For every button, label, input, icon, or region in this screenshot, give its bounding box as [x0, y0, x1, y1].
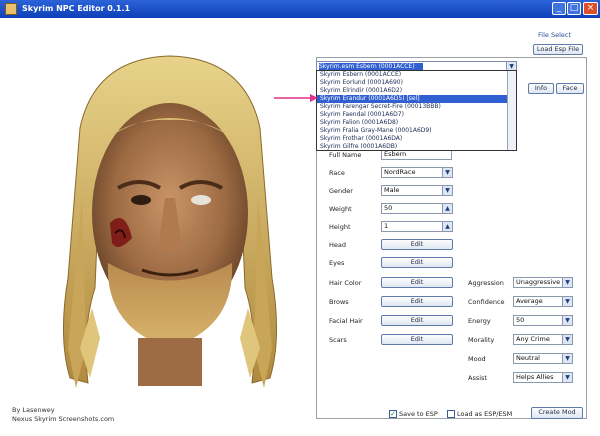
morality-label: Morality	[468, 336, 495, 344]
dropdown-item[interactable]: Skyrim Frothar (0001A6DA)	[317, 135, 516, 143]
credit-source: Nexus Skyrim Screenshots.com	[12, 415, 115, 423]
dropdown-item[interactable]: Skyrim Eorlund (0001A690)	[317, 79, 516, 87]
head-label: Head	[329, 241, 346, 249]
weight-input[interactable]: 50 ▲	[381, 203, 453, 214]
npc-dropdown-list[interactable]: Skyrim Esbern (0001ACCE) Skyrim Eorlund (…	[316, 70, 517, 151]
height-input[interactable]: 1 ▲	[381, 221, 453, 232]
tab-info[interactable]: Info	[528, 83, 554, 94]
dropdown-item[interactable]: Skyrim Elrindir (0001A6D2)	[317, 87, 516, 95]
close-button[interactable]: ×	[583, 2, 598, 15]
load-esp-button[interactable]: Load Esp File	[533, 44, 583, 55]
chevron-down-icon: ▼	[562, 373, 572, 382]
spin-icon: ▲	[442, 222, 452, 231]
gender-label: Gender	[329, 187, 353, 195]
aggression-label: Aggression	[468, 279, 504, 287]
assist-select[interactable]: Helps Allies ▼	[513, 372, 573, 383]
chevron-down-icon: ▼	[562, 335, 572, 344]
edit-brows-button[interactable]: Edit	[381, 296, 453, 307]
dropdown-item[interactable]: Skyrim Falion (0001A6D8)	[317, 119, 516, 127]
dropdown-item[interactable]: Skyrim Farengar Secret-Fire (00013BBB)	[317, 103, 516, 111]
height-value: 1	[384, 222, 389, 230]
dropdown-item[interactable]: Skyrim Fralia Gray-Mane (0001A6D9)	[317, 127, 516, 135]
load-as-esp-label: Load as ESP/ESM	[457, 410, 513, 418]
gender-value: Male	[384, 186, 400, 194]
dropdown-item[interactable]: Skyrim Erandur (0001A6D5) [sel]	[317, 95, 516, 103]
app-icon	[5, 3, 17, 15]
npc-portrait-preview	[62, 55, 278, 388]
race-label: Race	[329, 169, 345, 177]
energy-value: 50	[516, 316, 525, 324]
chevron-down-icon: ▼	[562, 297, 572, 306]
assist-label: Assist	[468, 374, 487, 382]
weight-label: Weight	[329, 205, 352, 213]
race-value: NordRace	[384, 168, 416, 176]
facial-hair-label: Facial Hair	[329, 317, 363, 325]
credit-author: By Lasenwey	[12, 406, 55, 414]
energy-select[interactable]: 50 ▼	[513, 315, 573, 326]
create-mod-button[interactable]: Create Mod	[531, 407, 583, 419]
aggression-value: Unaggressive	[516, 278, 561, 286]
race-select[interactable]: NordRace ▼	[381, 167, 453, 178]
pointer-arrow-icon	[274, 94, 318, 102]
edit-hair-button[interactable]: Edit	[381, 277, 453, 288]
edit-scars-button[interactable]: Edit	[381, 334, 453, 345]
mood-value: Neutral	[516, 354, 540, 362]
window-title: Skyrim NPC Editor 0.1.1	[22, 4, 131, 13]
dropdown-item[interactable]: Skyrim Esbern (0001ACCE)	[317, 71, 516, 79]
confidence-label: Confidence	[468, 298, 505, 306]
height-label: Height	[329, 223, 351, 231]
maximize-button[interactable]: □	[567, 2, 581, 15]
chevron-down-icon: ▼	[442, 168, 452, 177]
tab-face[interactable]: Face	[556, 83, 584, 94]
save-to-esp-checkbox[interactable]: ✓	[389, 410, 397, 418]
weight-value: 50	[384, 204, 393, 212]
chevron-down-icon: ▼	[562, 316, 572, 325]
chevron-down-icon: ▼	[562, 354, 572, 363]
save-to-esp-label: Save to ESP	[399, 410, 438, 418]
edit-eyes-button[interactable]: Edit	[381, 257, 453, 268]
energy-label: Energy	[468, 317, 491, 325]
chevron-down-icon: ▼	[562, 278, 572, 287]
dropdown-item[interactable]: Skyrim Gilfre (0001A6DB)	[317, 143, 516, 150]
npc-select-value: Skyrim.esm Esbern (0001ACCE)	[319, 63, 423, 70]
scars-label: Scars	[329, 336, 347, 344]
file-select-link[interactable]: File Select	[538, 31, 571, 39]
morality-value: Any Crime	[516, 335, 550, 343]
brows-label: Brows	[329, 298, 349, 306]
window-client-area: By Lasenwey Nexus Skyrim Screenshots.com…	[0, 18, 600, 436]
load-as-esp-checkbox[interactable]	[447, 410, 455, 418]
chevron-down-icon: ▼	[442, 186, 452, 195]
hair-color-label: Hair Color	[329, 279, 362, 287]
morality-select[interactable]: Any Crime ▼	[513, 334, 573, 345]
dropdown-item[interactable]: Skyrim Faendal (0001A6D7)	[317, 111, 516, 119]
confidence-value: Average	[516, 297, 543, 305]
aggression-select[interactable]: Unaggressive ▼	[513, 277, 573, 288]
edit-head-button[interactable]: Edit	[381, 239, 453, 250]
mood-select[interactable]: Neutral ▼	[513, 353, 573, 364]
confidence-select[interactable]: Average ▼	[513, 296, 573, 307]
assist-value: Helps Allies	[516, 373, 554, 381]
title-bar: Skyrim NPC Editor 0.1.1 _ □ ×	[0, 0, 600, 18]
gender-select[interactable]: Male ▼	[381, 185, 453, 196]
dropdown-scrollbar[interactable]	[507, 71, 516, 150]
full-name-label: Full Name	[329, 151, 362, 159]
mood-label: Mood	[468, 355, 486, 363]
eyes-label: Eyes	[329, 259, 345, 267]
edit-facial-hair-button[interactable]: Edit	[381, 315, 453, 326]
spin-icon: ▲	[442, 204, 452, 213]
minimize-button[interactable]: _	[552, 2, 566, 15]
